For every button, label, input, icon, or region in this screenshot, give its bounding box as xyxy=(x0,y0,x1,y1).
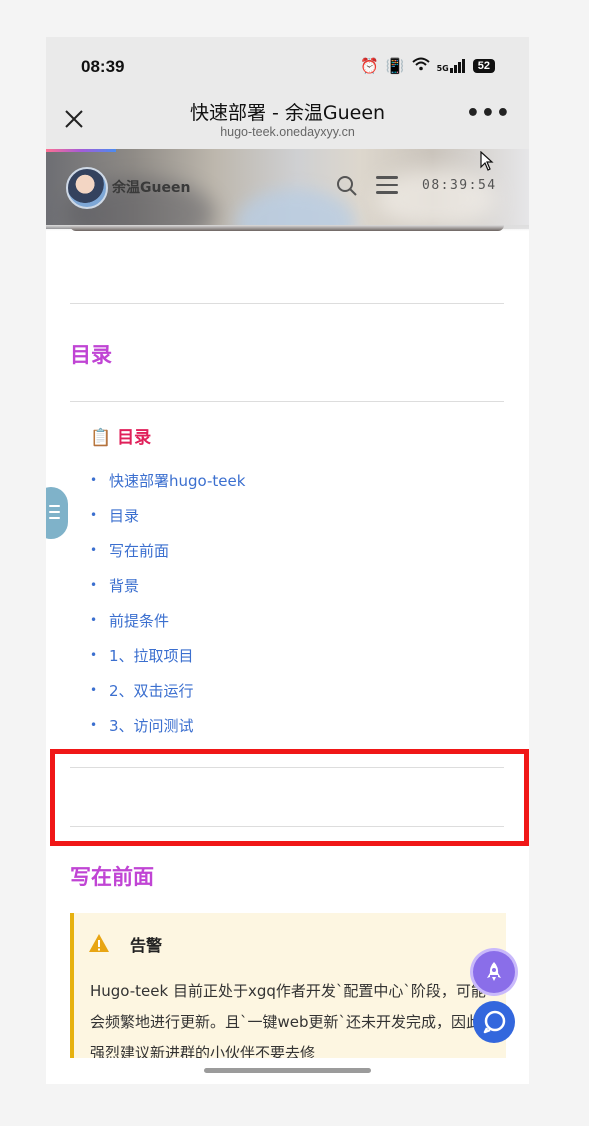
search-button[interactable] xyxy=(336,175,358,197)
toc-item[interactable]: • 背景 xyxy=(90,575,245,610)
toc-item[interactable]: • 写在前面 xyxy=(90,540,245,575)
section-title-write-front: 写在前面 xyxy=(70,865,154,889)
back-to-top-button[interactable] xyxy=(473,951,515,993)
bullet-icon: • xyxy=(90,543,98,557)
toc-heading-label: 目录 xyxy=(117,428,152,448)
site-name[interactable]: 余温Gueen xyxy=(112,177,190,197)
bullet-icon: • xyxy=(90,613,98,627)
reading-progress xyxy=(46,149,116,152)
chat-button[interactable] xyxy=(473,1001,515,1043)
warning-title: 告警 xyxy=(130,936,163,955)
menu-icon-line xyxy=(376,191,398,194)
status-icons: ⏰ 📳 5G 52 xyxy=(360,57,495,75)
clipboard-icon: 📋 xyxy=(90,428,112,448)
home-bar xyxy=(46,1058,529,1084)
divider xyxy=(70,303,504,304)
list-icon-line xyxy=(49,511,60,513)
bullet-icon: • xyxy=(90,683,98,697)
status-bar: 08:39 ⏰ 📳 5G 52 xyxy=(46,37,529,93)
more-button[interactable]: ••• xyxy=(466,101,511,126)
page-url: hugo-teek.onedayxyy.cn xyxy=(220,125,355,139)
toc-link[interactable]: 快速部署hugo-teek xyxy=(109,470,245,491)
phone-screen: 08:39 ⏰ 📳 5G 52 快速部署 - 余温Gueen hugo-teek… xyxy=(46,37,529,1084)
section-title-toc: 目录 xyxy=(70,343,112,367)
site-header: 余温Gueen 08:39:54 xyxy=(46,149,529,229)
toc-item[interactable]: • 快速部署hugo-teek xyxy=(90,470,245,505)
list-icon xyxy=(49,505,60,507)
bullet-icon: • xyxy=(90,473,98,487)
toc-link[interactable]: 3、访问测试 xyxy=(109,715,194,736)
bullet-icon: • xyxy=(90,718,98,732)
network-label: 5G xyxy=(436,64,449,73)
toc-link[interactable]: 2、双击运行 xyxy=(109,680,194,701)
rocket-icon xyxy=(487,962,501,981)
toc-link[interactable]: 背景 xyxy=(109,575,139,596)
mouse-cursor-icon xyxy=(480,150,494,171)
vibrate-icon: 📳 xyxy=(385,57,405,75)
toc-item[interactable]: • 2、双击运行 xyxy=(90,680,245,715)
divider xyxy=(70,401,504,402)
sidebar-toggle-button[interactable] xyxy=(46,487,68,539)
highlight-box xyxy=(50,749,529,846)
menu-icon xyxy=(376,176,398,179)
warning-text: Hugo-teek 目前正处于xgq作者开发`配置中心`阶段，可能会频繁地进行更… xyxy=(90,982,497,1062)
search-icon xyxy=(337,176,357,196)
alarm-icon: ⏰ xyxy=(360,57,379,75)
toc-link[interactable]: 1、拉取项目 xyxy=(109,645,194,666)
menu-icon-line xyxy=(376,183,398,186)
bullet-icon: • xyxy=(90,508,98,522)
status-time: 08:39 xyxy=(81,57,125,76)
header-shadow xyxy=(46,225,529,231)
site-clock: 08:39:54 xyxy=(422,178,497,193)
toc-item[interactable]: • 3、访问测试 xyxy=(90,715,245,750)
more-icon: ••• xyxy=(465,101,511,126)
home-indicator[interactable] xyxy=(204,1068,371,1073)
toc-item[interactable]: • 目录 xyxy=(90,505,245,540)
warning-icon xyxy=(88,933,110,953)
list-icon-line xyxy=(49,517,60,519)
bullet-icon: • xyxy=(90,578,98,592)
toc-list: • 快速部署hugo-teek • 目录 • 写在前面 • 背景 • 前提条件 • 1、拉取… xyxy=(90,470,245,750)
browser-title-bar: 快速部署 - 余温Gueen hugo-teek.onedayxyy.cn ••… xyxy=(46,93,529,149)
toc-item[interactable]: • 1、拉取项目 xyxy=(90,645,245,680)
toc-link[interactable]: 目录 xyxy=(109,505,139,526)
toc-item[interactable]: • 前提条件 xyxy=(90,610,245,645)
battery-icon: 52 xyxy=(472,59,495,73)
menu-button[interactable] xyxy=(376,176,398,196)
page-title: 快速部署 - 余温Gueen xyxy=(189,102,386,124)
wifi-icon xyxy=(411,57,430,75)
toc-heading: 📋 目录 xyxy=(90,423,151,448)
bullet-icon: • xyxy=(90,648,98,662)
signal-icon: 5G xyxy=(437,59,466,73)
toc-link[interactable]: 前提条件 xyxy=(109,610,169,631)
avatar[interactable] xyxy=(66,167,108,209)
toc-link[interactable]: 写在前面 xyxy=(109,540,169,561)
chat-icon xyxy=(483,1010,506,1034)
